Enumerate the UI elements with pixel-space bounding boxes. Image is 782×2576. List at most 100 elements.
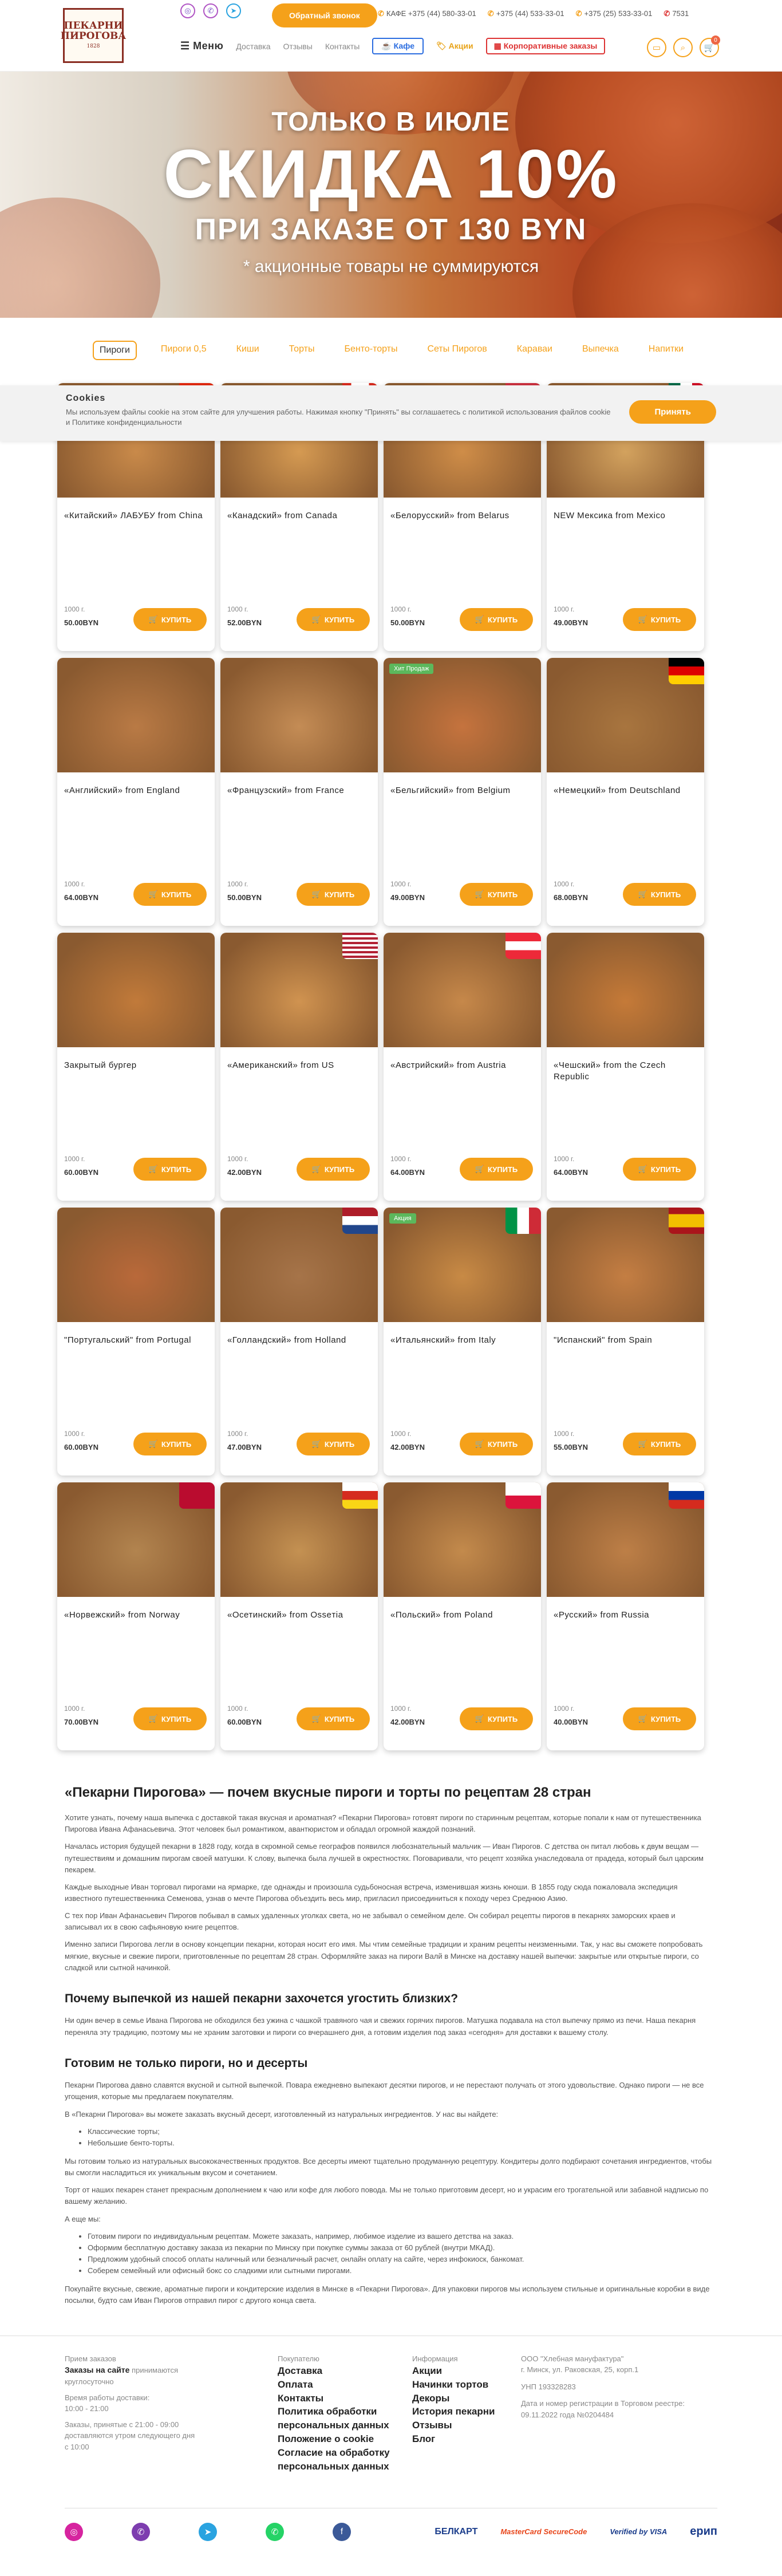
footer-link-contacts[interactable]: Контакты [278,2392,404,2405]
product-image[interactable] [57,933,215,1047]
buy-button[interactable]: 🛒 КУПИТЬ [623,608,696,631]
promo-banner[interactable]: ТОЛЬКО В ИЮЛЕ СКИДКА 10% ПРИ ЗАКАЗЕ ОТ 1… [0,72,782,318]
product-name[interactable]: «Русский» from Russia [547,1597,704,1621]
telegram-icon[interactable]: ➤ [226,3,241,18]
product-name[interactable]: «Английский» from England [57,772,215,796]
product-card[interactable]: «Чешский» from the Czech Republic 1000 г… [547,933,704,1201]
menu-button[interactable]: ☰ Меню [180,40,223,52]
phone-a1[interactable]: ✆ +375 (44) 533-33-01 [488,9,564,18]
product-name[interactable]: "Испанский" from Spain [547,1322,704,1346]
footer-link-payment[interactable]: Оплата [278,2378,404,2392]
product-image[interactable] [547,933,704,1047]
product-card[interactable]: «Английский» from England 1000 г. 64.00B… [57,658,215,926]
callback-button[interactable]: Обратный звонок [272,3,377,27]
product-name[interactable]: «Бельгийский» from Belgium [384,772,541,796]
buy-button[interactable]: 🛒 КУПИТЬ [623,883,696,906]
product-name[interactable]: «Австрийский» from Austria [384,1047,541,1071]
product-name[interactable]: «Американский» from US [220,1047,378,1071]
product-image[interactable] [547,658,704,772]
viber-icon[interactable]: ✆ [203,3,218,18]
product-name[interactable]: «Чешский» from the Czech Republic [547,1047,704,1083]
tab-pies[interactable]: Пироги [92,341,137,360]
product-image[interactable]: Акция [384,1208,541,1322]
tab-karavai[interactable]: Караваи [511,341,558,360]
product-name[interactable]: «Голландский» from Holland [220,1322,378,1346]
product-name[interactable]: «Осетинский» from Osseтia [220,1597,378,1621]
cafe-button[interactable]: ☕ Кафе [372,38,424,54]
product-image[interactable] [57,1208,215,1322]
product-card[interactable]: «Американский» from US 1000 г. 42.00BYN … [220,933,378,1201]
product-card[interactable]: «Австрийский» from Austria 1000 г. 64.00… [384,933,541,1201]
product-name[interactable]: «Норвежский» from Norway [57,1597,215,1621]
footer-link-consent[interactable]: Согласие на обработку персональных данны… [278,2446,404,2474]
buy-button[interactable]: 🛒 КУПИТЬ [623,1707,696,1730]
instagram-icon[interactable]: ◎ [180,3,195,18]
product-card[interactable]: Акция «Итальянский» from Italy 1000 г. 4… [384,1208,541,1476]
buy-button[interactable]: 🛒 КУПИТЬ [133,1707,207,1730]
product-image[interactable] [57,1482,215,1597]
phone-short[interactable]: ✆ 7531 [663,9,689,18]
tab-sets[interactable]: Сеты Пирогов [421,341,492,360]
product-image[interactable]: Хит Продаж [384,658,541,772]
product-card[interactable]: «Норвежский» from Norway 1000 г. 70.00BY… [57,1482,215,1750]
buy-button[interactable]: 🛒 КУПИТЬ [297,1158,370,1181]
footer-link-cookie[interactable]: Положение о cookie [278,2432,404,2446]
product-image[interactable] [220,658,378,772]
tab-bento[interactable]: Бенто-торты [338,341,403,360]
tab-quiches[interactable]: Киши [231,341,265,360]
footer-link-decor[interactable]: Декоры [412,2392,527,2405]
product-name[interactable]: «Немецкий» from Deutschland [547,772,704,796]
product-image[interactable] [220,1208,378,1322]
buy-button[interactable]: 🛒 КУПИТЬ [297,608,370,631]
product-name[interactable]: NEW Мексика from Mexico [547,498,704,522]
product-image[interactable] [547,1482,704,1597]
buy-button[interactable]: 🛒 КУПИТЬ [460,1433,533,1455]
footer-link-history[interactable]: История пекарни [412,2405,527,2419]
buy-button[interactable]: 🛒 КУПИТЬ [623,1158,696,1181]
product-card[interactable]: «Осетинский» from Osseтia 1000 г. 60.00B… [220,1482,378,1750]
nav-reviews[interactable]: Отзывы [283,42,313,51]
buy-button[interactable]: 🛒 КУПИТЬ [623,1433,696,1455]
phone-cafe[interactable]: ✆ КАФЕ +375 (44) 580-33-01 [378,9,476,18]
product-name[interactable]: "Португальский" from Portugal [57,1322,215,1346]
product-card[interactable]: «Голландский» from Holland 1000 г. 47.00… [220,1208,378,1476]
phone-life[interactable]: ✆ +375 (25) 533-33-01 [576,9,653,18]
footer-link-actions[interactable]: Акции [412,2364,527,2378]
buy-button[interactable]: 🛒 КУПИТЬ [133,608,207,631]
buy-button[interactable]: 🛒 КУПИТЬ [133,883,207,906]
wallet-icon[interactable]: ▭ [647,38,666,57]
buy-button[interactable]: 🛒 КУПИТЬ [460,883,533,906]
tab-drinks[interactable]: Напитки [643,341,689,360]
cookie-accept-button[interactable]: Принять [629,400,716,424]
footer-link-blog[interactable]: Блог [412,2432,527,2446]
product-card[interactable]: "Португальский" from Portugal 1000 г. 60… [57,1208,215,1476]
buy-button[interactable]: 🛒 КУПИТЬ [297,883,370,906]
tab-cakes[interactable]: Торты [283,341,321,360]
nav-contacts[interactable]: Контакты [325,42,360,51]
buy-button[interactable]: 🛒 КУПИТЬ [133,1158,207,1181]
product-name[interactable]: «Французский» from France [220,772,378,796]
footer-link-fillings[interactable]: Начинки тортов [412,2378,527,2392]
footer-link-reviews[interactable]: Отзывы [412,2419,527,2432]
nav-delivery[interactable]: Доставка [236,42,270,51]
product-card[interactable]: «Русский» from Russia 1000 г. 40.00BYN 🛒… [547,1482,704,1750]
buy-button[interactable]: 🛒 КУПИТЬ [460,1158,533,1181]
product-name[interactable]: «Польский» from Poland [384,1597,541,1621]
tab-pastry[interactable]: Выпечка [576,341,625,360]
search-icon[interactable]: ⌕ [673,38,693,57]
product-image[interactable] [384,1482,541,1597]
product-image[interactable] [220,933,378,1047]
buy-button[interactable]: 🛒 КУПИТЬ [133,1433,207,1455]
footer-link-privacy[interactable]: Политика обработки персональных данных [278,2405,404,2432]
buy-button[interactable]: 🛒 КУПИТЬ [460,1707,533,1730]
product-card[interactable]: «Французский» from France 1000 г. 50.00B… [220,658,378,926]
product-image[interactable] [384,933,541,1047]
product-name[interactable]: «Канадский» from Canada [220,498,378,522]
product-card[interactable]: "Испанский" from Spain 1000 г. 55.00BYN … [547,1208,704,1476]
actions-link[interactable]: 🏷 Акции [436,41,473,51]
product-card[interactable]: «Немецкий» from Deutschland 1000 г. 68.0… [547,658,704,926]
product-card[interactable]: Закрытый бургер 1000 г. 60.00BYN 🛒 КУПИТЬ [57,933,215,1201]
buy-button[interactable]: 🛒 КУПИТЬ [460,608,533,631]
product-card[interactable]: Хит Продаж «Бельгийский» from Belgium 10… [384,658,541,926]
product-name[interactable]: «Белорусский» from Belarus [384,498,541,522]
